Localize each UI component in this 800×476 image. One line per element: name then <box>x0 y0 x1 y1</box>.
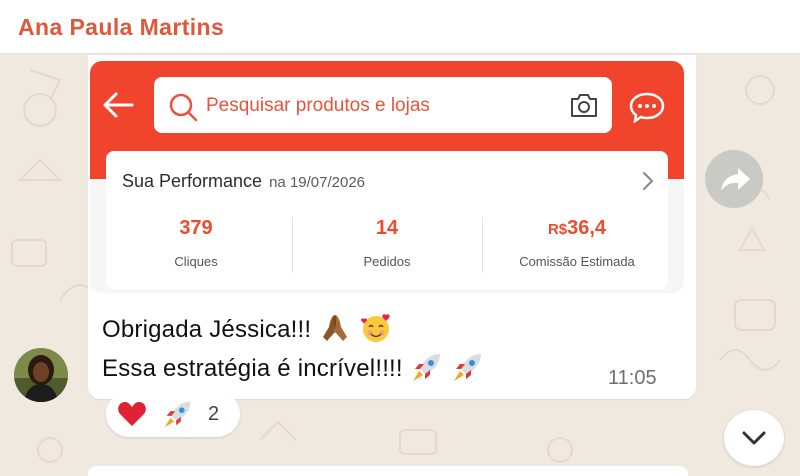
stat-commission: R$36,4 Comissão Estimada <box>492 217 662 269</box>
chat-bubble-icon[interactable] <box>628 91 666 123</box>
commission-value: 36,4 <box>567 217 607 239</box>
chevron-down-icon <box>742 431 766 445</box>
performance-card[interactable]: Sua Performance na 19/07/2026 379 Clique… <box>106 151 668 289</box>
back-arrow-icon <box>103 92 134 118</box>
message-text: Obrigada Jéssica!!! <box>102 316 312 343</box>
performance-title-text: Sua Performance <box>122 171 263 191</box>
stat-label: Pedidos <box>363 254 411 269</box>
next-message-bubble[interactable] <box>88 466 688 476</box>
scroll-down-button[interactable] <box>724 410 784 466</box>
sender-name[interactable]: Ana Paula Martins <box>18 14 224 41</box>
rocket-emoji <box>164 401 191 428</box>
stat-value: 14 <box>375 217 399 239</box>
rocket-emoji <box>412 354 440 381</box>
message-text-line2: Essa estratégia é incrível!!!! <box>102 350 485 384</box>
folded-hands-emoji <box>323 315 348 341</box>
stat-label: Cliques <box>174 254 218 269</box>
stat-value: 379 <box>179 217 213 239</box>
stat-divider <box>292 217 293 273</box>
smiling-face-with-hearts-emoji <box>361 314 390 342</box>
stat-clicks: 379 Cliques <box>111 217 281 269</box>
rocket-emoji <box>453 354 481 381</box>
message-bubble[interactable]: Pesquisar produtos e lojas Sua Performan… <box>88 55 696 399</box>
performance-date: na 19/07/2026 <box>269 174 366 191</box>
stat-orders: 14 Pedidos <box>302 217 472 269</box>
currency-symbol: R$ <box>547 221 568 238</box>
message-timestamp: 11:05 <box>608 367 657 389</box>
reaction-count: 2 <box>208 403 220 425</box>
shared-screenshot[interactable]: Pesquisar produtos e lojas Sua Performan… <box>90 61 684 293</box>
search-icon <box>169 93 198 122</box>
stat-value: R$36,4 <box>492 217 662 240</box>
avatar-image <box>14 348 68 402</box>
camera-icon[interactable] <box>569 92 599 119</box>
stat-divider <box>482 217 483 273</box>
chat-header: Ana Paula Martins <box>0 0 800 54</box>
forward-arrow-icon <box>721 168 750 191</box>
reactions-pill[interactable]: 2 <box>106 391 240 437</box>
chevron-right-icon[interactable] <box>642 171 654 191</box>
search-placeholder: Pesquisar produtos e lojas <box>206 95 430 116</box>
avatar[interactable] <box>14 348 68 402</box>
performance-title: Sua Performance na 19/07/2026 <box>122 171 365 192</box>
message-text: Essa estratégia é incrível!!!! <box>102 355 403 382</box>
search-input[interactable]: Pesquisar produtos e lojas <box>154 77 612 133</box>
forward-button[interactable] <box>705 150 763 208</box>
message-text-line1: Obrigada Jéssica!!! <box>102 311 393 345</box>
red-heart-emoji <box>118 402 146 426</box>
stat-label: Comissão Estimada <box>519 254 635 269</box>
